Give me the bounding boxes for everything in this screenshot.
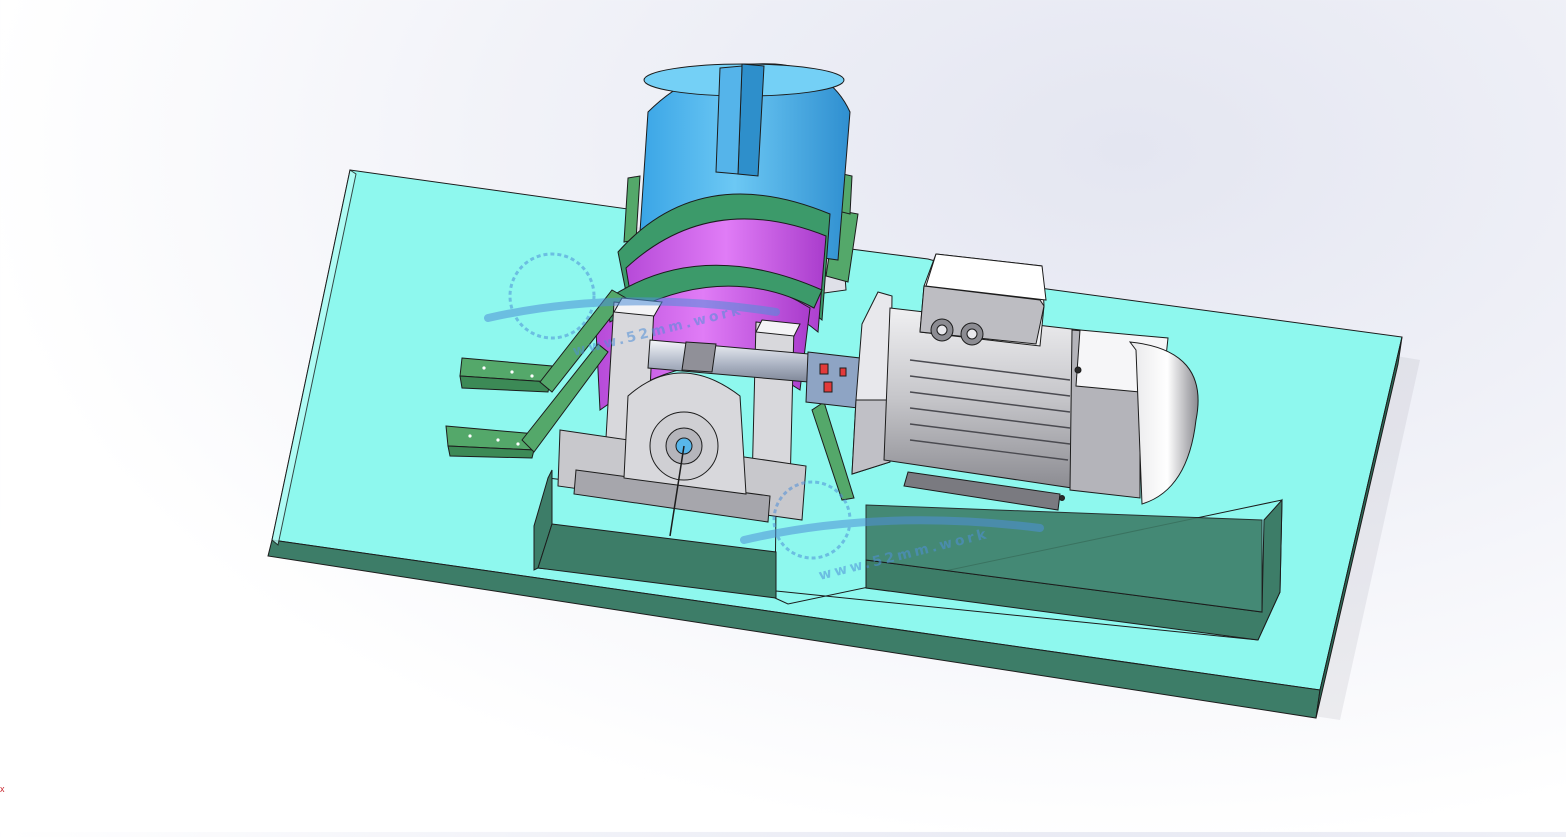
- cad-model-view[interactable]: www.52mm.work www.52mm.work: [0, 0, 1566, 832]
- jaw-coupling[interactable]: [805, 351, 861, 409]
- graphics-viewport[interactable]: www.52mm.work www.52mm.work: [0, 0, 1566, 832]
- axis-triad-x-label: x: [0, 784, 5, 794]
